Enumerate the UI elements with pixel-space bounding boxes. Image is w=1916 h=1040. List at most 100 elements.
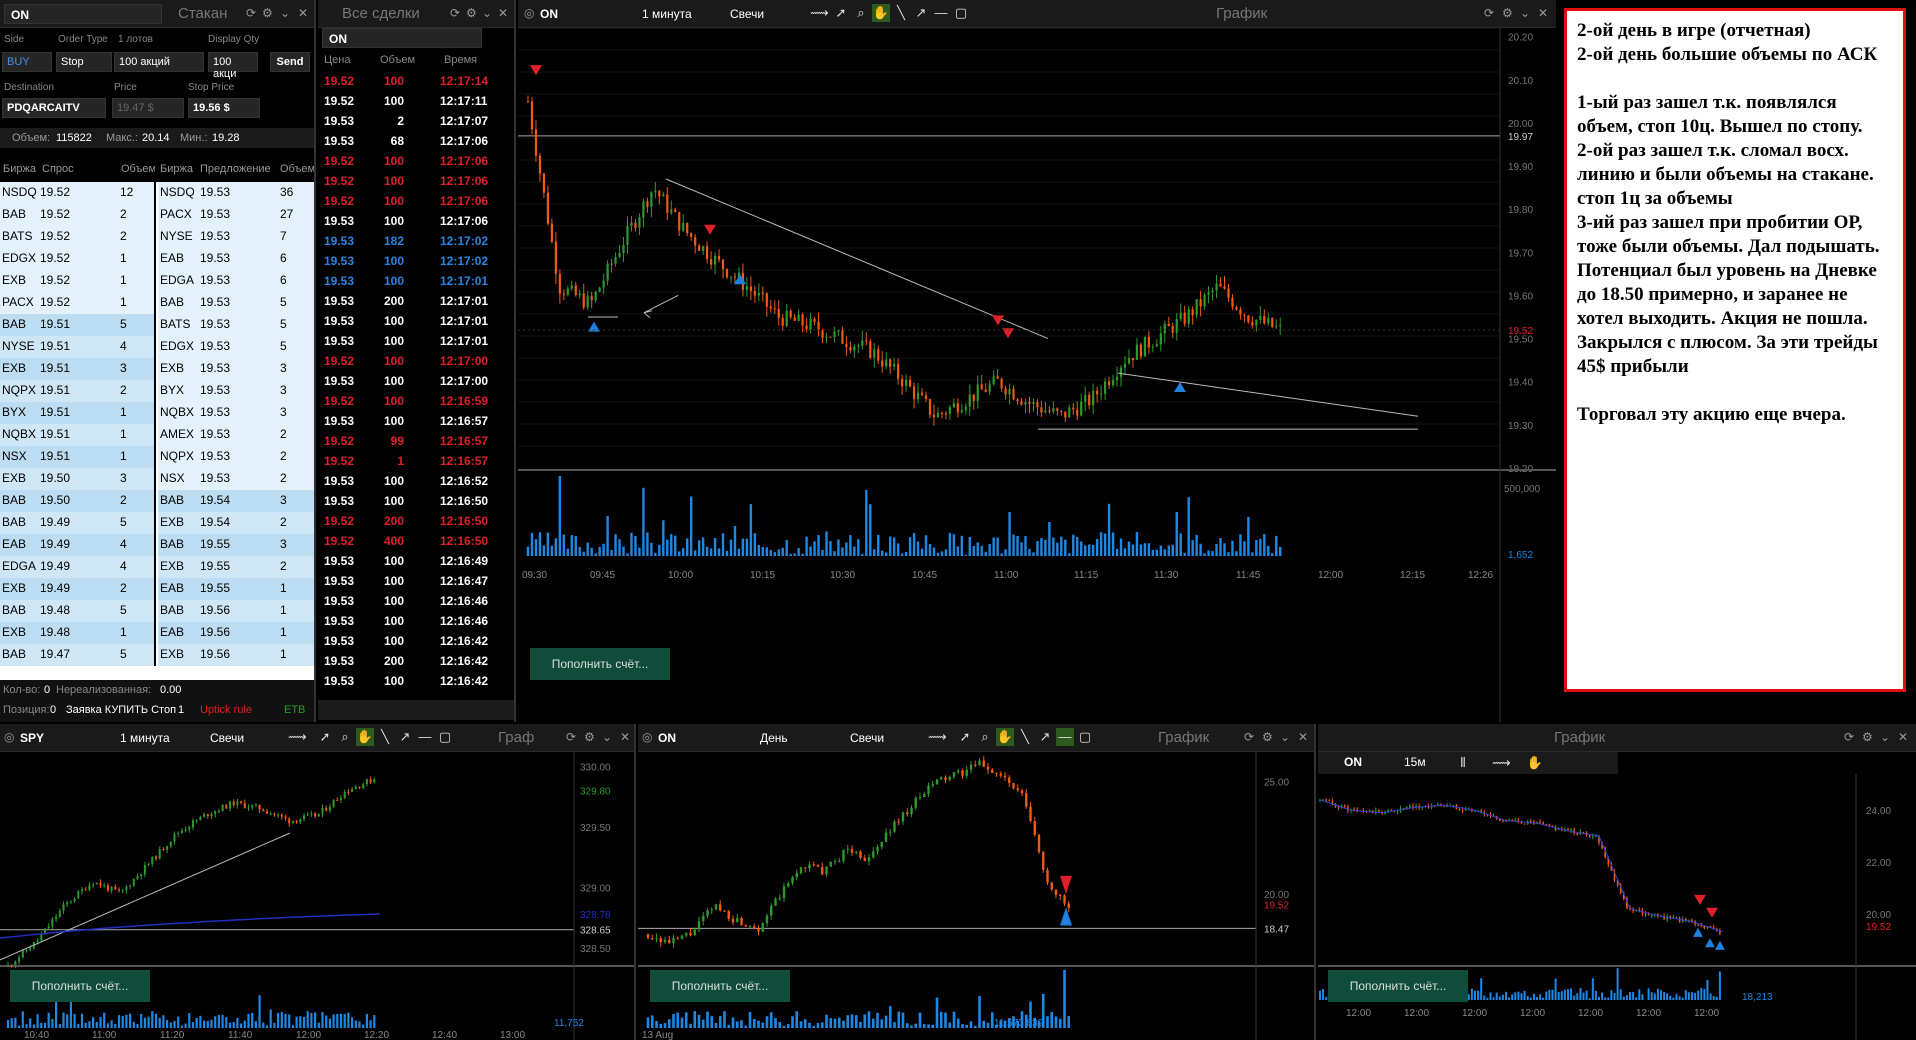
- side-select[interactable]: BUY: [2, 52, 52, 72]
- line-tool-icon[interactable]: ╲: [376, 728, 394, 746]
- main-interval-select[interactable]: 1 минута: [636, 4, 716, 24]
- zoom-icon[interactable]: ⌕: [976, 728, 994, 746]
- depth-row[interactable]: BAB 19.52 2 PACX 19.53 27: [0, 204, 314, 226]
- gear-icon[interactable]: ⚙: [1262, 730, 1273, 744]
- gear-icon[interactable]: ⚙: [584, 730, 595, 744]
- depth-row[interactable]: NQBX 19.51 1 AMEX 19.53 2: [0, 424, 314, 446]
- arrow-tool-icon[interactable]: ↗: [1036, 728, 1054, 746]
- link-icon[interactable]: ◎: [642, 730, 652, 744]
- main-chart-canvas[interactable]: 20.20 20.10 20.00 19.97 19.90 19.80 19.70 19.60…: [518, 28, 1556, 722]
- cursor-icon[interactable]: ➚: [316, 728, 334, 746]
- m15-interval-select[interactable]: 15м: [1398, 752, 1448, 772]
- zoom-icon[interactable]: ⌕: [336, 728, 354, 746]
- depth-row[interactable]: EXB 19.49 2 EAB 19.55 1: [0, 578, 314, 600]
- chevron-down-icon[interactable]: ⌄: [602, 730, 612, 744]
- arrow-tool-icon[interactable]: ↗: [396, 728, 414, 746]
- symbol-select[interactable]: ON: [4, 4, 162, 24]
- zoom-icon[interactable]: ⌕: [852, 4, 870, 22]
- daily-interval-select[interactable]: День: [754, 728, 834, 748]
- cursor-icon[interactable]: ➚: [832, 4, 850, 22]
- main-style-select[interactable]: Свечи: [724, 4, 794, 24]
- depth-row[interactable]: BAB 19.51 5 BATS 19.53 5: [0, 314, 314, 336]
- chevron-down-icon[interactable]: ⌄: [1520, 6, 1530, 20]
- depth-row[interactable]: EXB 19.48 1 EAB 19.56 1: [0, 622, 314, 644]
- depth-row[interactable]: NQPX 19.51 2 BYX 19.53 3: [0, 380, 314, 402]
- depth-row[interactable]: NSDQ 19.52 12 NSDQ 19.53 36: [0, 182, 314, 204]
- indicators-icon[interactable]: ⟿: [810, 4, 829, 22]
- ts-scrollbar[interactable]: [318, 700, 514, 720]
- hline-tool-icon[interactable]: —: [1056, 728, 1074, 746]
- sync-icon[interactable]: ⟳: [1484, 6, 1494, 20]
- depth-row[interactable]: EDGX 19.52 1 EAB 19.53 6: [0, 248, 314, 270]
- destination-select[interactable]: PDQARCAITV: [2, 98, 106, 118]
- close-icon[interactable]: ✕: [620, 730, 630, 744]
- daily-style-select[interactable]: Свечи: [844, 728, 916, 748]
- depth-row[interactable]: EXB 19.50 3 NSX 19.53 2: [0, 468, 314, 490]
- chevron-down-icon[interactable]: ⌄: [280, 6, 290, 20]
- sync-icon[interactable]: ⟳: [450, 6, 460, 20]
- main-symbol-select[interactable]: ON: [534, 4, 624, 24]
- stop-price-input[interactable]: 19.56 $: [188, 98, 260, 118]
- rect-tool-icon[interactable]: ▢: [952, 4, 970, 22]
- sync-icon[interactable]: ⟳: [1244, 730, 1254, 744]
- hand-icon[interactable]: ✋: [996, 728, 1014, 746]
- price-input[interactable]: 19.47 $: [112, 98, 184, 118]
- link-icon[interactable]: ◎: [524, 6, 534, 20]
- m15-symbol-select[interactable]: ON: [1338, 752, 1388, 772]
- chevron-down-icon[interactable]: ⌄: [482, 6, 492, 20]
- candles-icon[interactable]: ⫴: [1454, 754, 1472, 772]
- arrow-tool-icon[interactable]: ↗: [912, 4, 930, 22]
- rect-tool-icon[interactable]: ▢: [436, 728, 454, 746]
- ts-symbol-select[interactable]: ON: [322, 28, 482, 48]
- depth-row[interactable]: PACX 19.52 1 BAB 19.53 5: [0, 292, 314, 314]
- depth-row[interactable]: BAB 19.50 2 BAB 19.54 3: [0, 490, 314, 512]
- depth-row[interactable]: EXB 19.51 3 EXB 19.53 3: [0, 358, 314, 380]
- deposit-button[interactable]: Пополнить счёт...: [650, 970, 790, 1002]
- gear-icon[interactable]: ⚙: [1502, 6, 1513, 20]
- hand-icon[interactable]: ✋: [1526, 754, 1544, 772]
- sync-icon[interactable]: ⟳: [566, 730, 576, 744]
- gear-icon[interactable]: ⚙: [262, 6, 273, 20]
- hand-icon[interactable]: ✋: [356, 728, 374, 746]
- depth-row[interactable]: BAB 19.49 5 EXB 19.54 2: [0, 512, 314, 534]
- chevron-down-icon[interactable]: ⌄: [1280, 730, 1290, 744]
- spy-style-select[interactable]: Свечи: [204, 728, 276, 748]
- depth-row[interactable]: BAB 19.47 5 EXB 19.56 1: [0, 644, 314, 666]
- deposit-button[interactable]: Пополнить счёт...: [10, 970, 150, 1002]
- hand-icon[interactable]: ✋: [872, 4, 890, 22]
- hline-tool-icon[interactable]: —: [416, 728, 434, 746]
- chevron-down-icon[interactable]: ⌄: [1880, 730, 1890, 744]
- sync-icon[interactable]: ⟳: [1844, 730, 1854, 744]
- depth-row[interactable]: BAB 19.48 5 BAB 19.56 1: [0, 600, 314, 622]
- depth-row[interactable]: BYX 19.51 1 NQBX 19.53 3: [0, 402, 314, 424]
- link-icon[interactable]: ◎: [4, 730, 14, 744]
- qty-input[interactable]: 100 акций: [114, 52, 204, 72]
- depth-row[interactable]: NSX 19.51 1 NQPX 19.53 2: [0, 446, 314, 468]
- close-icon[interactable]: ✕: [1538, 6, 1548, 20]
- indicators-icon[interactable]: ⟿: [288, 728, 307, 746]
- depth-row[interactable]: EXB 19.52 1 EDGA 19.53 6: [0, 270, 314, 292]
- rect-tool-icon[interactable]: ▢: [1076, 728, 1094, 746]
- cursor-icon[interactable]: ➚: [956, 728, 974, 746]
- sync-icon[interactable]: ⟳: [246, 6, 256, 20]
- line-tool-icon[interactable]: ╲: [1016, 728, 1034, 746]
- close-icon[interactable]: ✕: [1898, 730, 1908, 744]
- indicators-icon[interactable]: ⟿: [928, 728, 947, 746]
- gear-icon[interactable]: ⚙: [1862, 730, 1873, 744]
- depth-row[interactable]: EDGA 19.49 4 EXB 19.55 2: [0, 556, 314, 578]
- indicators-icon[interactable]: ⟿: [1492, 754, 1511, 772]
- spy-symbol-select[interactable]: SPY: [14, 728, 106, 748]
- line-tool-icon[interactable]: ╲: [892, 4, 910, 22]
- send-button[interactable]: Send: [270, 52, 310, 72]
- depth-row[interactable]: EAB 19.49 4 BAB 19.55 3: [0, 534, 314, 556]
- close-icon[interactable]: ✕: [498, 6, 508, 20]
- daily-symbol-select[interactable]: ON: [652, 728, 744, 748]
- close-icon[interactable]: ✕: [298, 6, 308, 20]
- display-qty-input[interactable]: 100 акци: [208, 52, 258, 80]
- depth-row[interactable]: BATS 19.52 2 NYSE 19.53 7: [0, 226, 314, 248]
- hline-tool-icon[interactable]: —: [932, 4, 950, 22]
- close-icon[interactable]: ✕: [1298, 730, 1308, 744]
- deposit-button[interactable]: Пополнить счёт...: [530, 648, 670, 680]
- order-type-select[interactable]: Stop: [56, 52, 112, 72]
- depth-row[interactable]: NYSE 19.51 4 EDGX 19.53 5: [0, 336, 314, 358]
